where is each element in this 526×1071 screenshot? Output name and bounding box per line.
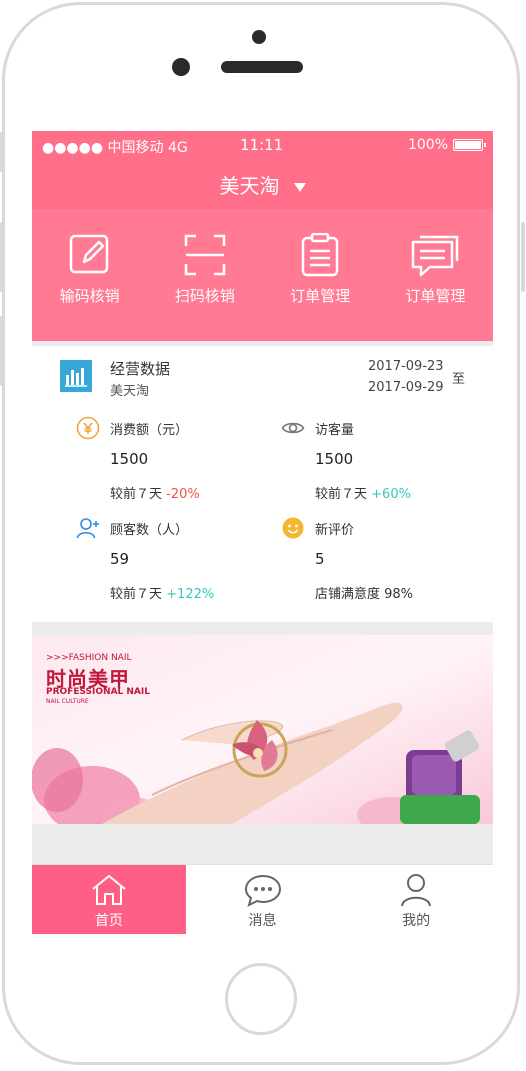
- metric-value: 5: [315, 550, 325, 568]
- change-value: +122%: [166, 587, 215, 602]
- person-icon: [401, 874, 432, 907]
- metric-label: 消费额（元）: [110, 423, 189, 438]
- scan-icon: [184, 234, 226, 276]
- carrier-label: ●●●●● 中国移动 4G: [42, 140, 188, 156]
- chat-icon: [244, 874, 281, 907]
- compare-prefix: 较前７天: [110, 587, 163, 602]
- clipboard-icon: [301, 232, 339, 277]
- earpiece-speaker: [221, 61, 303, 73]
- quick-action-label: 订单管理: [405, 287, 466, 305]
- clock: 11:11: [240, 136, 284, 154]
- quick-action-label: 扫码核销: [174, 287, 235, 305]
- store-selector[interactable]: 美天淘: [32, 170, 493, 199]
- date-range-separator: 至: [452, 372, 466, 387]
- banner-subtitle-2: NAIL CULTURE: [46, 698, 89, 705]
- battery-icon: [453, 139, 486, 151]
- bar-chart-icon: [60, 360, 92, 392]
- header-area: ●●●●● 中国移动 4G 11:11 100% 美天淘 输码核销 扫码核销 订…: [32, 131, 493, 341]
- phone-side-button: [0, 132, 4, 172]
- compare-prefix: 较前７天: [110, 487, 163, 502]
- business-stats-card: 经营数据 美天淘 2017-09-23 2017-09-29 至 消费额（元） …: [32, 346, 493, 622]
- metric-compare: 店铺满意度 98%: [315, 583, 413, 602]
- smile-icon: [282, 517, 304, 539]
- home-button[interactable]: [225, 963, 297, 1035]
- banner-subtitle: PROFESSIONAL NAIL: [46, 687, 150, 697]
- battery-status: 100%: [407, 137, 486, 153]
- quick-action-orders-2[interactable]: 订单管理: [378, 209, 493, 333]
- promo-banner[interactable]: >>>FASHION NAIL 时尚美甲 PROFESSIONAL NAIL N…: [32, 635, 493, 824]
- quick-action-orders[interactable]: 订单管理: [263, 209, 378, 333]
- front-camera: [252, 30, 266, 44]
- metric-compare: 较前７天 +60%: [315, 483, 411, 502]
- compare-prefix: 较前７天: [315, 487, 368, 502]
- quick-actions: 输码核销 扫码核销 订单管理 订单管理: [32, 209, 493, 333]
- date-end: 2017-09-29: [368, 380, 444, 395]
- message-icon: [412, 235, 459, 277]
- banner-tagline: >>>FASHION NAIL: [46, 653, 132, 663]
- page-title: 美天淘: [219, 174, 280, 198]
- phone-power-button: [521, 222, 525, 292]
- quick-action-label: 订单管理: [290, 287, 351, 305]
- satisfaction-label: 店铺满意度 98%: [315, 587, 414, 602]
- quick-action-scan-verify[interactable]: 扫码核销: [147, 209, 262, 333]
- proximity-sensor: [172, 58, 190, 76]
- eye-icon: [281, 422, 305, 434]
- metric-label: 新评价: [315, 523, 355, 538]
- bottom-tab-bar: 首页 消息 我的: [32, 864, 493, 934]
- tab-label: 首页: [94, 913, 123, 929]
- yuan-icon: [76, 416, 100, 440]
- phone-volume-up: [0, 222, 4, 292]
- tab-messages[interactable]: 消息: [186, 865, 340, 934]
- tab-label: 消息: [248, 913, 277, 929]
- metric-compare: 较前７天 +122%: [110, 583, 214, 602]
- quick-action-label: 输码核销: [59, 287, 120, 305]
- nav-bar: 美天淘: [32, 159, 493, 209]
- date-range-picker[interactable]: 2017-09-23 2017-09-29: [368, 356, 444, 398]
- tab-label: 我的: [402, 913, 431, 929]
- tab-profile[interactable]: 我的: [339, 865, 493, 934]
- edit-icon: [69, 234, 108, 274]
- app-screen: ●●●●● 中国移动 4G 11:11 100% 美天淘 输码核销 扫码核销 订…: [32, 131, 493, 934]
- add-user-icon: [76, 518, 99, 539]
- metric-label: 访客量: [315, 423, 355, 438]
- status-bar: ●●●●● 中国移动 4G 11:11 100%: [32, 131, 493, 159]
- battery-percent: 100%: [407, 137, 448, 153]
- phone-volume-down: [0, 316, 4, 386]
- metric-value: 59: [110, 550, 130, 568]
- metric-compare: 较前７天 -20%: [110, 483, 200, 502]
- tab-home[interactable]: 首页: [32, 865, 186, 934]
- stats-subtitle: 美天淘: [110, 384, 150, 399]
- change-value: +60%: [371, 487, 411, 502]
- change-value: -20%: [166, 487, 200, 502]
- metric-value: 1500: [110, 450, 149, 468]
- home-icon: [92, 875, 126, 905]
- metric-value: 1500: [315, 450, 354, 468]
- dropdown-arrow-icon: [293, 183, 306, 192]
- stats-title: 经营数据: [110, 360, 171, 378]
- quick-action-code-verify[interactable]: 输码核销: [32, 209, 147, 333]
- date-start: 2017-09-23: [368, 359, 444, 374]
- metric-label: 顾客数（人）: [110, 523, 189, 538]
